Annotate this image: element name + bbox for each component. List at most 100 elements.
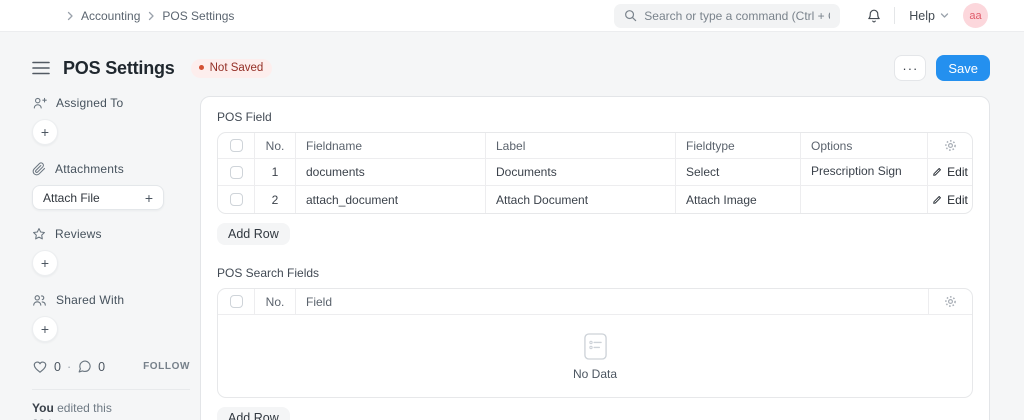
star-icon [32,227,46,241]
users-icon [32,293,47,307]
chevron-down-icon [940,12,949,19]
more-actions-button[interactable]: ··· [894,55,927,81]
column-header-fieldtype: Fieldtype [676,133,801,159]
empty-state: No Data [218,315,972,397]
form-sidebar: Assigned To + Attachments Attach File + [32,96,200,420]
edit-row-button[interactable]: Edit [932,165,968,179]
column-header-no: No. [255,133,296,159]
help-menu[interactable]: Help [909,9,949,23]
cell-fieldname[interactable]: documents [296,159,486,186]
pos-field-add-row-button[interactable]: Add Row [217,223,290,245]
chevron-right-icon [66,11,74,21]
row-select-cell [218,186,255,213]
avatar[interactable]: aa [963,3,988,28]
no-data-icon [583,332,608,361]
pos-search-fields-table: No. Field No Data [217,288,973,398]
column-header-label: Label [486,133,676,159]
add-share-button[interactable]: + [32,316,58,342]
edited-action: edited this [57,401,112,415]
assigned-to-label: Assigned To [56,96,124,110]
cell-fieldname[interactable]: attach_document [296,186,486,213]
paperclip-icon [32,162,46,176]
notifications-button[interactable] [866,8,882,24]
attachments-header: Attachments [32,162,190,176]
pos-field-section-label: POS Field [217,110,272,124]
navbar-divider [894,7,896,24]
cell-fieldtype[interactable]: Attach Image [676,186,801,213]
row-checkbox[interactable] [229,165,243,179]
heart-icon [32,359,48,374]
sidebar-divider [32,389,190,390]
menu-icon [32,61,50,75]
table-settings-cell [928,133,972,159]
page-head-actions: ··· Save [894,55,990,81]
attachments-label: Attachments [55,162,124,176]
attach-file-label: Attach File [43,190,100,205]
pos-search-fields-section-label: POS Search Fields [217,266,320,280]
gear-icon [944,139,957,152]
table-settings-button[interactable] [944,139,957,152]
comments-button[interactable] [77,359,92,374]
shared-with-header: Shared With [32,293,190,307]
status-badge: Not Saved [190,58,273,78]
assigned-to-section: Assigned To + [32,96,190,145]
add-review-button[interactable]: + [32,250,58,276]
select-all-checkbox[interactable] [229,295,243,308]
page-title: POS Settings [63,57,175,78]
cell-label[interactable]: Documents [486,159,676,186]
content: Assigned To + Attachments Attach File + [0,96,1024,420]
cell-fieldtype[interactable]: Select [676,159,801,186]
comments-count: 0 [98,359,106,374]
sidebar-toggle-button[interactable] [32,59,50,77]
assigned-to-header: Assigned To [32,96,190,110]
attach-file-button[interactable]: Attach File + [32,185,164,210]
dot-separator: · [66,359,72,374]
user-plus-icon [32,96,47,110]
row-checkbox[interactable] [229,193,243,206]
pencil-icon [932,195,942,205]
form-section-card: POS Field No. Fieldname Label Fieldtype … [200,96,990,420]
select-all-checkbox[interactable] [229,139,243,152]
social-row: 0 · 0 FOLLOW [32,359,190,374]
table-settings-button[interactable] [944,295,957,308]
page-head: POS Settings Not Saved ··· Save [0,32,1024,96]
cell-edit: Edit [928,159,972,186]
breadcrumb-item-pos-settings[interactable]: POS Settings [162,9,234,23]
shared-with-section: Shared With + [32,293,190,342]
search-input[interactable] [644,8,831,23]
search-icon [624,9,637,22]
breadcrumb-item-accounting[interactable]: Accounting [81,9,140,23]
like-button[interactable] [32,359,48,374]
cell-options[interactable]: Prescription Sign [801,159,928,186]
page-head-left: POS Settings Not Saved [32,58,894,79]
pos-search-add-row-button[interactable]: Add Row [217,407,290,420]
edited-when: 23 hours ago [32,417,102,420]
edit-label: Edit [947,192,968,207]
column-header-no: No. [255,289,296,315]
chevron-right-icon [147,11,155,21]
cell-label[interactable]: Attach Document [486,186,676,213]
follow-button[interactable]: FOLLOW [143,361,190,372]
cell-no: 1 [255,159,296,186]
attachments-section: Attachments Attach File + [32,162,190,210]
navbar-right: Help aa [866,3,988,28]
no-data-label: No Data [572,366,618,381]
last-edited-info: You edited this 23 hours ago [32,401,190,420]
add-assignment-button[interactable]: + [32,119,58,145]
edit-label: Edit [947,165,968,179]
cell-edit: Edit [928,186,972,213]
column-header-options: Options [801,133,928,159]
column-header-fieldname: Fieldname [296,133,486,159]
cell-options[interactable] [801,186,928,213]
pos-field-table: No. Fieldname Label Fieldtype Options 1 … [217,132,973,214]
global-search[interactable] [614,3,841,28]
edit-row-button[interactable]: Edit [932,193,968,207]
save-button[interactable]: Save [936,55,990,81]
shared-with-label: Shared With [56,293,125,307]
plus-icon: + [144,189,153,206]
reviews-section: Reviews + [32,227,190,276]
column-header-field: Field [296,289,929,315]
gear-icon [944,295,957,308]
table-settings-cell [929,289,972,315]
comment-icon [77,359,92,374]
